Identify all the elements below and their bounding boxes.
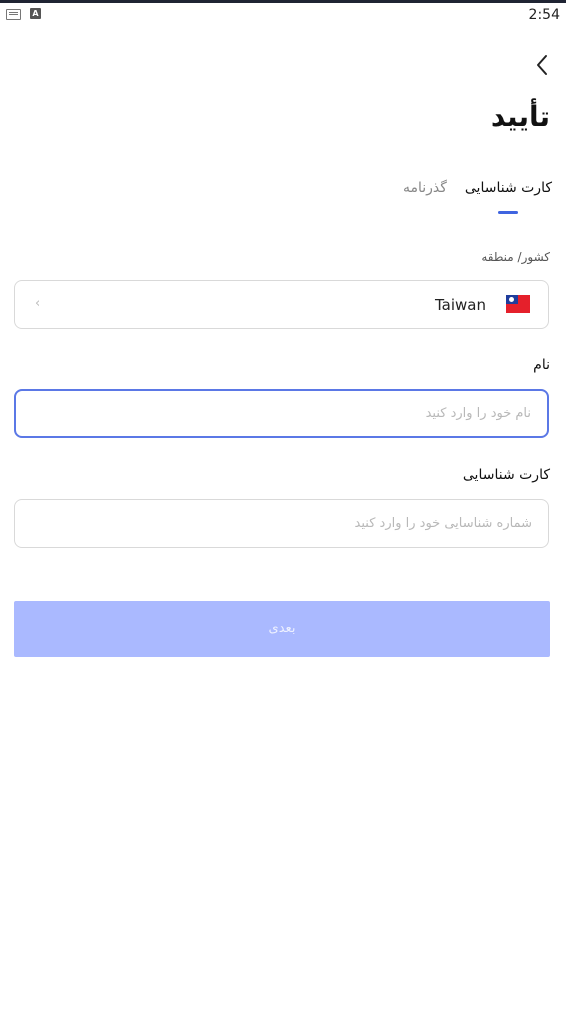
country-label: کشور/ منطقه — [481, 250, 550, 264]
tab-active-indicator — [498, 211, 519, 214]
country-selector[interactable]: Taiwan ‹ — [14, 280, 549, 329]
page-title: تأیید — [490, 100, 550, 133]
flag-canton — [506, 295, 518, 304]
next-button[interactable]: بعدی — [14, 601, 550, 657]
tab-id-card-label: کارت شناسایی — [464, 180, 552, 196]
id-card-label: کارت شناسایی — [462, 467, 550, 483]
chevron-left-icon — [537, 55, 547, 75]
id-number-input[interactable] — [29, 500, 534, 547]
status-time: 2:54 — [528, 7, 560, 23]
chevron-icon: ‹ — [35, 296, 41, 311]
name-input[interactable] — [30, 391, 533, 436]
taiwan-flag-icon — [506, 295, 530, 313]
status-bar: A 2:54 — [0, 3, 566, 27]
tab-passport[interactable]: گذرنامه — [403, 180, 447, 210]
tab-bar: کارت شناسایی گذرنامه — [403, 180, 552, 214]
id-card-field-container — [14, 499, 549, 548]
notification-a-icon: A — [30, 8, 41, 19]
keyboard-icon — [6, 9, 21, 20]
tab-id-card[interactable]: کارت شناسایی — [464, 180, 552, 214]
country-value: Taiwan — [434, 296, 486, 314]
tab-passport-label: گذرنامه — [402, 180, 447, 196]
back-button[interactable] — [530, 52, 554, 78]
name-label: نام — [533, 357, 550, 373]
flag-sun — [509, 297, 514, 302]
name-field-container — [14, 389, 549, 438]
